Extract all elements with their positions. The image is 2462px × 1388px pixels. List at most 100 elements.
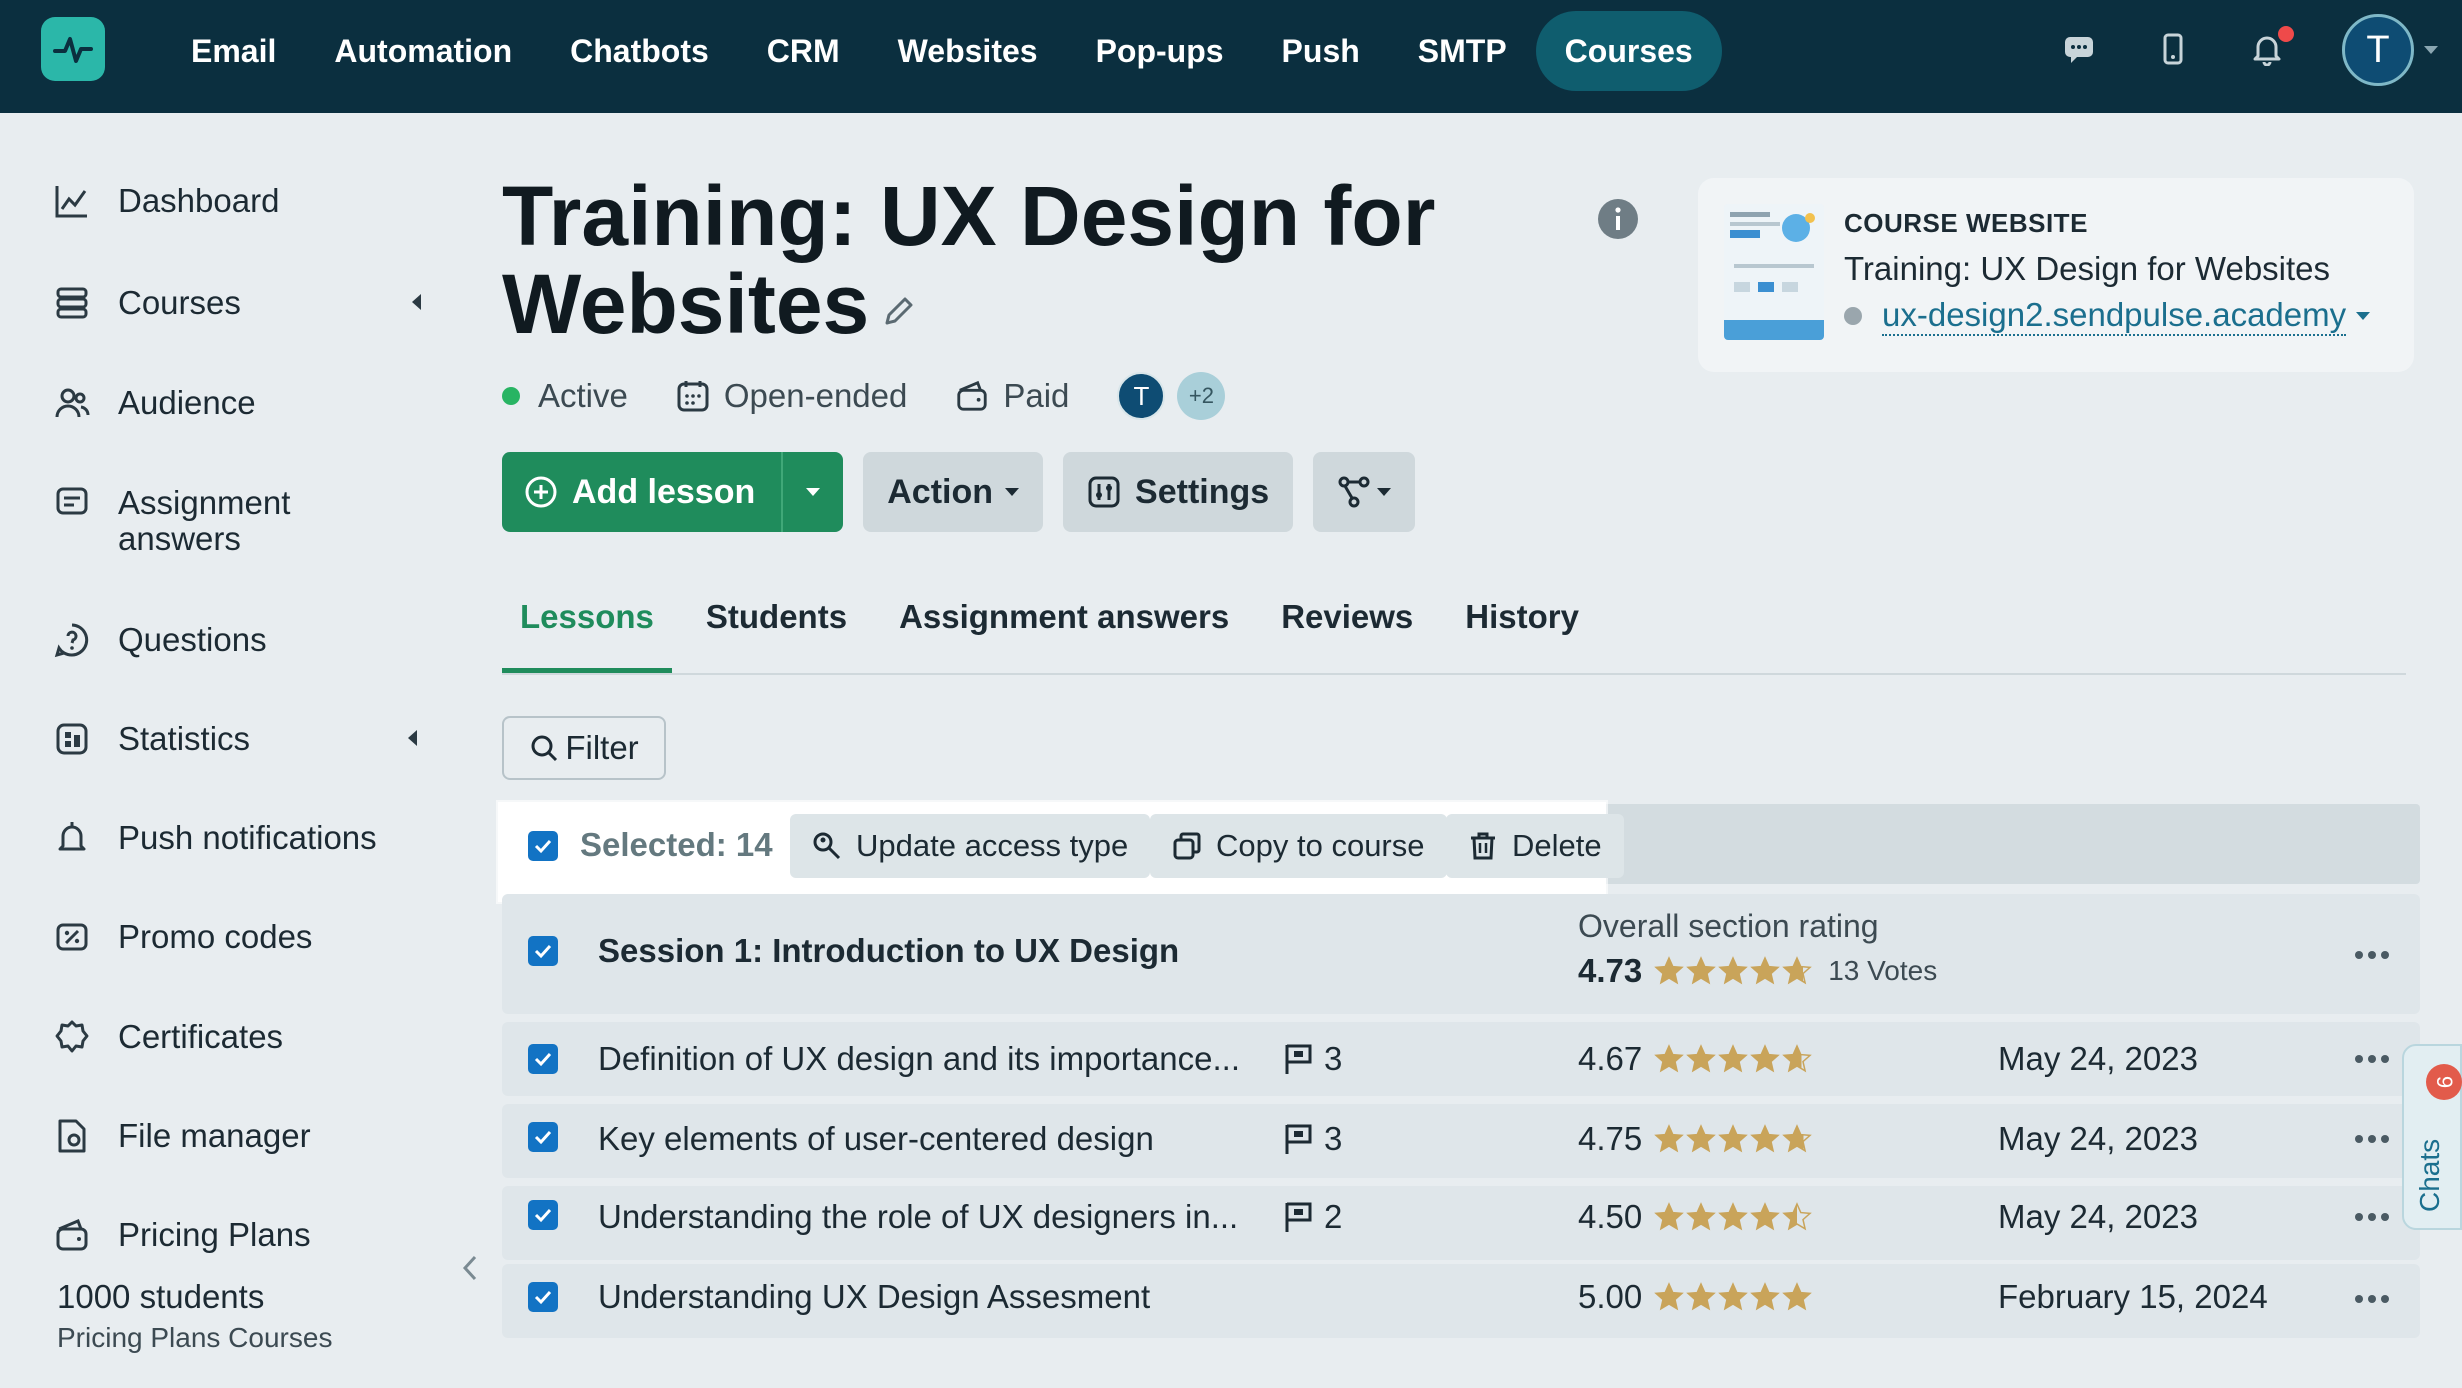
sidebar-item-promo-codes[interactable]: Promo codes [54, 919, 312, 955]
update-access-label: Update access type [856, 828, 1129, 863]
website-thumbnail[interactable] [1724, 204, 1824, 340]
chevron-down-icon [1377, 488, 1392, 496]
sidebar-item-pricing-plans[interactable]: Pricing Plans [54, 1217, 311, 1253]
lesson-checkbox[interactable] [528, 1200, 558, 1230]
more-options-icon[interactable] [2354, 1212, 2390, 1222]
owner-avatar[interactable]: T [1117, 372, 1166, 420]
nav-automation[interactable]: Automation [305, 11, 541, 91]
sidebar-item-push-notifications[interactable]: Push notifications [54, 820, 377, 856]
star-icon [1718, 1124, 1749, 1153]
more-options-icon[interactable] [2354, 1054, 2390, 1064]
trash-icon [1471, 832, 1495, 860]
add-lesson-button-group: Add lesson [502, 452, 844, 532]
tab-assignment-answers[interactable]: Assignment answers [881, 594, 1247, 674]
stack-icon [56, 287, 88, 319]
status-text: Active [538, 377, 628, 414]
lesson-row[interactable]: Understanding UX Design Assesment 5.00 F… [502, 1264, 2420, 1338]
collapse-sidebar-icon[interactable] [460, 1254, 480, 1282]
sidebar-item-courses[interactable]: Courses [54, 285, 241, 321]
lesson-title[interactable]: Understanding UX Design Assesment [598, 1278, 1150, 1316]
nav-chatbots[interactable]: Chatbots [541, 11, 738, 91]
lesson-checkbox[interactable] [528, 1122, 558, 1152]
caret-left-icon[interactable] [408, 730, 417, 746]
lesson-flag-count: 3 [1324, 1040, 1343, 1077]
lesson-title[interactable]: Definition of UX design and its importan… [598, 1040, 1240, 1078]
sidebar: Dashboard Courses Audience Assignment an… [0, 113, 460, 1388]
sidebar-item-label: Promo codes [118, 918, 313, 955]
more-options-icon[interactable] [2354, 950, 2390, 960]
wallet-icon [56, 1219, 88, 1251]
nav-push[interactable]: Push [1253, 11, 1389, 91]
lesson-rating-value: 4.50 [1578, 1198, 1643, 1235]
sendpulse-logo-icon[interactable] [41, 17, 105, 81]
nav-courses[interactable]: Courses [1535, 11, 1722, 91]
lesson-title[interactable]: Key elements of user-centered design [598, 1120, 1154, 1158]
chat-icon[interactable] [2062, 32, 2096, 66]
star-icon [1654, 956, 1685, 985]
tab-lessons[interactable]: Lessons [502, 594, 672, 674]
action-button[interactable]: Action [863, 452, 1044, 532]
mobile-icon[interactable] [2156, 32, 2190, 66]
section-rating-value: 4.73 [1578, 952, 1643, 989]
star-icon [1686, 1282, 1717, 1311]
lesson-flag-count: 2 [1324, 1198, 1343, 1235]
sidebar-item-audience[interactable]: Audience [54, 385, 256, 421]
star-icon [1718, 956, 1749, 985]
website-status-dot [1844, 307, 1862, 325]
website-url-link[interactable]: ux-design2.sendpulse.academy [1882, 296, 2347, 336]
tab-students[interactable]: Students [688, 594, 865, 674]
sidebar-item-dashboard[interactable]: Dashboard [54, 183, 279, 219]
flag-icon [1285, 1124, 1312, 1154]
nav-crm[interactable]: CRM [738, 11, 869, 91]
price-type-info: Paid [955, 377, 1069, 415]
user-avatar[interactable]: T [2342, 14, 2414, 86]
chats-tab[interactable]: 9 Chats [2402, 1044, 2462, 1230]
sidebar-item-file-manager[interactable]: File manager [54, 1118, 311, 1154]
update-access-type-button[interactable]: Update access type [790, 814, 1151, 878]
lesson-row[interactable]: Definition of UX design and its importan… [502, 1022, 2420, 1096]
caret-left-icon[interactable] [412, 294, 421, 310]
lesson-row[interactable]: Understanding the role of UX designers i… [502, 1186, 2420, 1260]
section-checkbox[interactable] [528, 936, 558, 966]
section-rating: 4.73 13 Votes [1578, 952, 1937, 990]
filter-label: Filter [565, 729, 639, 766]
course-actions: Add lesson Action Settings [502, 452, 1416, 532]
lesson-row[interactable]: Key elements of user-centered design 3 4… [502, 1104, 2420, 1178]
star-icon [1654, 1124, 1685, 1153]
extra-members-badge[interactable]: +2 [1177, 372, 1226, 420]
tab-reviews[interactable]: Reviews [1263, 594, 1431, 674]
sidebar-item-certificates[interactable]: Certificates [54, 1019, 283, 1055]
add-lesson-dropdown[interactable] [783, 488, 843, 496]
tab-history[interactable]: History [1447, 594, 1597, 674]
nav-smtp[interactable]: SMTP [1389, 11, 1536, 91]
course-website-url[interactable]: ux-design2.sendpulse.academy [1844, 296, 2371, 336]
pencil-icon[interactable] [881, 293, 917, 329]
lesson-checkbox[interactable] [528, 1282, 558, 1312]
workflow-button[interactable] [1313, 452, 1416, 532]
lesson-title[interactable]: Understanding the role of UX designers i… [598, 1198, 1238, 1236]
more-options-icon[interactable] [2354, 1134, 2390, 1144]
nav-email[interactable]: Email [162, 11, 305, 91]
filter-button[interactable]: Filter [502, 716, 666, 780]
plan-subtitle: Pricing Plans Courses [57, 1322, 333, 1353]
lesson-checkbox[interactable] [528, 1044, 558, 1074]
nav-popups[interactable]: Pop-ups [1067, 11, 1253, 91]
add-lesson-button[interactable]: Add lesson [502, 452, 784, 532]
sidebar-item-questions[interactable]: Questions [54, 622, 267, 658]
select-all-checkbox[interactable] [528, 831, 558, 861]
course-website-label: COURSE WEBSITE [1844, 208, 2088, 238]
nav-websites[interactable]: Websites [869, 11, 1067, 91]
chevron-down-icon[interactable] [2356, 312, 2371, 320]
sidebar-item-assignment-answers[interactable]: Assignment answers [54, 485, 354, 557]
chevron-down-icon[interactable] [2424, 46, 2438, 54]
delete-button[interactable]: Delete [1446, 814, 1624, 878]
lesson-date: May 24, 2023 [1998, 1040, 2198, 1077]
settings-button[interactable]: Settings [1063, 452, 1294, 532]
copy-to-course-button[interactable]: Copy to course [1150, 814, 1447, 878]
sidebar-item-statistics[interactable]: Statistics [54, 721, 250, 757]
certificate-icon [55, 1020, 89, 1053]
section-title[interactable]: Session 1: Introduction to UX Design [598, 932, 1179, 970]
section-row[interactable]: Session 1: Introduction to UX Design Ove… [502, 894, 2420, 1014]
more-options-icon[interactable] [2354, 1294, 2390, 1304]
info-icon[interactable] [1597, 198, 1639, 240]
